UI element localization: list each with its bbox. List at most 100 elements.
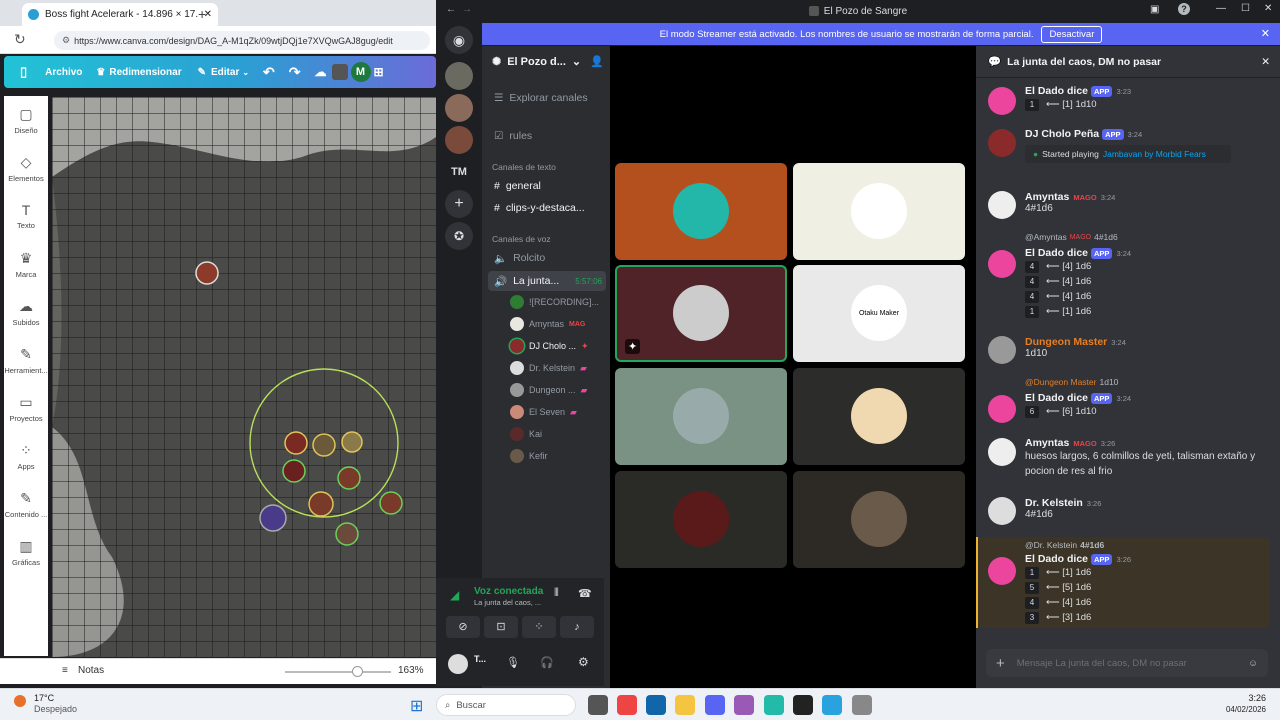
channel-general[interactable]: # general: [488, 176, 606, 196]
message-author[interactable]: El Dado dice: [1025, 85, 1088, 97]
browser-tab[interactable]: Boss fight Acelerark - 14.896 × 17... ✕: [22, 3, 218, 26]
discord-icon[interactable]: [705, 695, 725, 715]
server-header[interactable]: ✺ El Pozo d... ⌄: [492, 55, 581, 69]
edit-button[interactable]: Editar: [211, 67, 239, 78]
inbox-icon[interactable]: ▣: [1150, 4, 1159, 15]
chrome-icon[interactable]: [617, 695, 637, 715]
sidebar-item-texto[interactable]: T Texto: [4, 192, 48, 240]
new-tab-icon[interactable]: +: [198, 6, 206, 22]
close-banner-icon[interactable]: ✕: [1261, 27, 1270, 40]
sidebar-item-herramient-[interactable]: ✎ Herramient...: [4, 336, 48, 384]
voice-tile[interactable]: [793, 471, 965, 568]
voice-tile[interactable]: Otaku Maker: [793, 265, 965, 362]
voice-user[interactable]: Dungeon ... ▰: [510, 381, 587, 399]
avatar[interactable]: [988, 395, 1016, 423]
sidebar-toggle-icon[interactable]: ▯: [20, 64, 27, 80]
user-avatar[interactable]: M: [350, 62, 371, 82]
add-server-icon[interactable]: +: [445, 190, 473, 218]
screenshare-icon[interactable]: ⊡: [484, 616, 518, 638]
avatar[interactable]: [988, 129, 1016, 157]
sidebar-item-marca[interactable]: ♛ Marca: [4, 240, 48, 288]
zoom-slider-handle[interactable]: [352, 666, 363, 677]
message-author[interactable]: El Dado dice: [1025, 553, 1088, 565]
zoom-slider[interactable]: [285, 671, 391, 673]
message-author[interactable]: Dungeon Master: [1025, 336, 1107, 348]
obs-icon[interactable]: [793, 695, 813, 715]
reply-reference[interactable]: @Dr. Kelstein 4#1d6: [1025, 540, 1104, 550]
voice-tile[interactable]: ✦: [615, 265, 787, 362]
clock-time[interactable]: 3:26: [1248, 693, 1266, 703]
attach-plus-icon[interactable]: +: [996, 655, 1005, 672]
disable-streamer-button[interactable]: Desactivar: [1041, 25, 1103, 43]
voice-user[interactable]: ![RECORDING]...: [510, 293, 599, 311]
app-icon[interactable]: [734, 695, 754, 715]
channel-clips[interactable]: # clips-y-destaca...: [488, 198, 606, 218]
reply-reference[interactable]: @Amyntas MAGO 4#1d6: [1025, 232, 1118, 242]
message-author[interactable]: El Dado dice: [1025, 392, 1088, 404]
voice-category[interactable]: Canales de voz: [492, 234, 551, 244]
clock-date[interactable]: 04/02/2026: [1226, 705, 1266, 714]
server-icon-3[interactable]: [445, 126, 473, 154]
file-menu[interactable]: Archivo: [45, 67, 82, 78]
server-tm[interactable]: TM: [445, 158, 473, 186]
close-chat-icon[interactable]: ✕: [1261, 56, 1270, 68]
sidebar-item-gráficas[interactable]: ▥ Gráficas: [4, 528, 48, 576]
message-author[interactable]: Dr. Kelstein: [1025, 497, 1083, 509]
server-icon-2[interactable]: [445, 94, 473, 122]
emoji-icon[interactable]: ☺: [1248, 658, 1258, 669]
invite-icon[interactable]: 👤: [590, 55, 604, 68]
minimize-icon[interactable]: —: [1216, 3, 1226, 14]
voice-user[interactable]: Kefir: [510, 447, 548, 465]
taskview-icon[interactable]: [588, 695, 608, 715]
disconnect-icon[interactable]: ☎: [578, 587, 592, 600]
voice-panel-channel[interactable]: La junta del caos, ...: [474, 598, 541, 607]
cloud-save-icon[interactable]: ☁: [315, 65, 327, 79]
voice-tile[interactable]: [615, 471, 787, 568]
text-category[interactable]: Canales de texto: [492, 162, 556, 172]
settings-gear-icon[interactable]: ⚙: [578, 655, 589, 669]
voice-user[interactable]: DJ Cholo ... ✦: [510, 337, 589, 355]
avatar[interactable]: [448, 654, 468, 674]
zoom-level[interactable]: 163%: [398, 665, 424, 676]
avatar[interactable]: [988, 336, 1016, 364]
voice-tile[interactable]: [793, 368, 965, 465]
voice-tile[interactable]: [615, 368, 787, 465]
noise-icon[interactable]: ⦀: [554, 587, 559, 600]
server-icon-1[interactable]: [445, 62, 473, 90]
soundboard-icon[interactable]: ♪: [560, 616, 594, 638]
sidebar-item-subidos[interactable]: ☁ Subidos: [4, 288, 48, 336]
forward-arrow-icon[interactable]: →: [462, 4, 472, 15]
camera-icon[interactable]: ⊘: [446, 616, 480, 638]
message-author[interactable]: Amyntas: [1025, 437, 1069, 449]
voice-user[interactable]: El Seven ▰: [510, 403, 577, 421]
windows-start-icon[interactable]: ⊞: [410, 696, 423, 716]
sidebar-item-dise-o[interactable]: ▢ Diseño: [4, 96, 48, 144]
store-icon[interactable]: [822, 695, 842, 715]
map-canvas[interactable]: [52, 97, 436, 657]
activity-link[interactable]: Jambavan by Morbid Fears: [1103, 149, 1206, 159]
sidebar-item-apps[interactable]: ⁘ Apps: [4, 432, 48, 480]
voice-channel-rolcito[interactable]: 🔈 Rolcito: [488, 248, 606, 268]
weather-icon[interactable]: [14, 695, 26, 707]
activities-icon[interactable]: ⁘: [522, 616, 556, 638]
sidebar-item-proyectos[interactable]: ▭ Proyectos: [4, 384, 48, 432]
close-window-icon[interactable]: ✕: [1264, 3, 1272, 14]
notes-icon[interactable]: ≡: [62, 665, 68, 676]
voice-tile[interactable]: [793, 163, 965, 260]
explorer-icon[interactable]: [675, 695, 695, 715]
avatar[interactable]: [988, 250, 1016, 278]
avatar[interactable]: [988, 87, 1016, 115]
help-icon[interactable]: ?: [1178, 3, 1190, 15]
discover-icon[interactable]: ✪: [445, 222, 473, 250]
message-author[interactable]: DJ Cholo Peña: [1025, 128, 1099, 140]
avatar[interactable]: [988, 438, 1016, 466]
sidebar-item-elementos[interactable]: ◇ Elementos: [4, 144, 48, 192]
url-input[interactable]: ⚙ https://www.canva.com/design/DAG_A-M1q…: [54, 31, 430, 50]
resize-button[interactable]: Redimensionar: [109, 67, 181, 78]
collaborator-avatar[interactable]: [331, 64, 348, 80]
back-arrow-icon[interactable]: ←: [446, 4, 456, 15]
browse-channels[interactable]: ☰ Explorar canales: [488, 88, 606, 108]
channel-rules[interactable]: ☑ rules: [488, 126, 606, 146]
maximize-icon[interactable]: ☐: [1241, 3, 1250, 14]
message-input-box[interactable]: + Mensaje La junta del caos, DM no pasar…: [986, 649, 1268, 677]
